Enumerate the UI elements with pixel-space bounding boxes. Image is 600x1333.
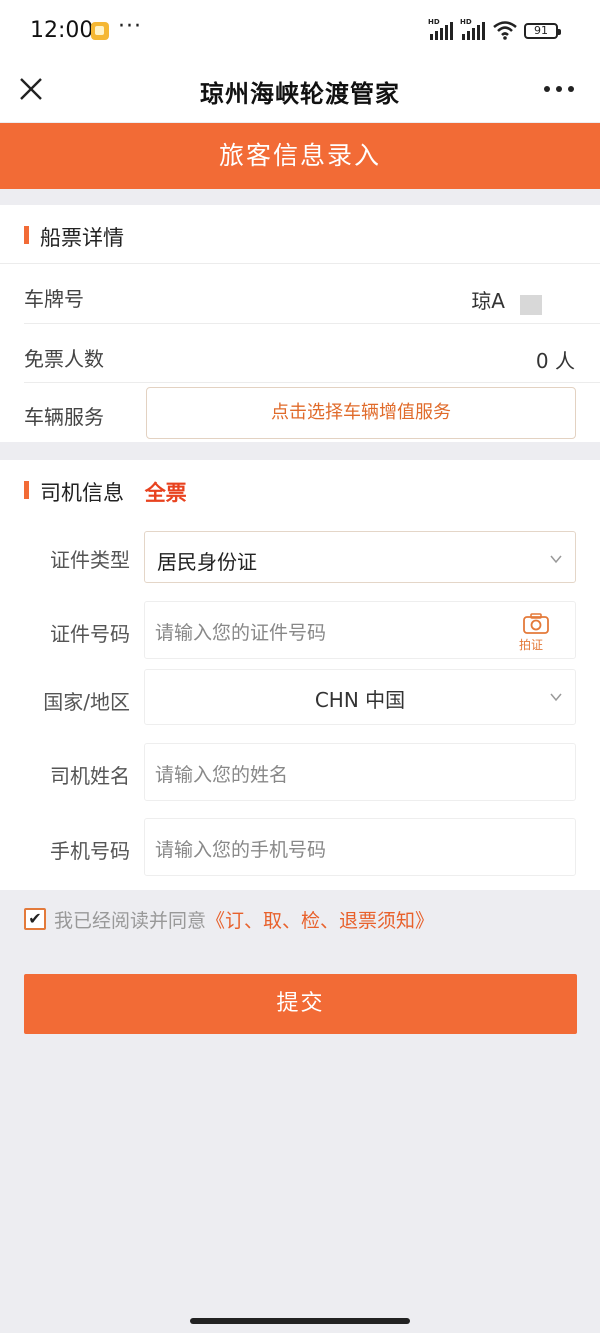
scan-id-label: 拍证 (519, 638, 544, 652)
vehicle-service-label: 车辆服务 (24, 405, 104, 429)
section-marker (24, 481, 29, 499)
phone-placeholder: 请输入您的手机号码 (155, 839, 327, 861)
country-value: CHN 中国 (314, 688, 406, 712)
phone-label: 手机号码 (50, 839, 130, 863)
signal-icon-2 (462, 22, 486, 40)
phone-input[interactable]: 请输入您的手机号码 (144, 818, 576, 876)
id-type-select[interactable]: 居民身份证 (144, 531, 576, 583)
ticket-section-title: 船票详情 (24, 222, 124, 252)
plate-label: 车牌号 (24, 287, 84, 311)
plate-redacted (520, 295, 542, 315)
driver-section-title-text: 司机信息 (40, 481, 124, 505)
id-number-label: 证件号码 (50, 622, 130, 646)
country-select[interactable]: CHN 中国 (144, 669, 576, 725)
camera-icon (523, 613, 549, 634)
agreement-checkbox[interactable]: ✔ (24, 908, 46, 930)
status-bar: 12:00 ··· HD HD 91 (0, 0, 600, 62)
id-type-value: 居民身份证 (157, 550, 257, 574)
page-title: 琼州海峡轮渡管家 (200, 80, 400, 108)
id-number-input[interactable]: 请输入您的证件号码 拍证 (144, 601, 576, 659)
free-ticket-count: 0 人 (535, 349, 575, 373)
country-label: 国家/地区 (43, 690, 130, 714)
driver-name-input[interactable]: 请输入您的姓名 (144, 743, 576, 801)
vehicle-service-button[interactable]: 点击选择车辆增值服务 (146, 387, 576, 439)
scan-id-button[interactable]: 拍证 (519, 612, 551, 652)
agreement-text: 我已经阅读并同意 (54, 910, 207, 932)
notification-icon (91, 22, 109, 40)
id-type-label: 证件类型 (50, 548, 130, 572)
agreement-row: ✔ 我已经阅读并同意《订、取、检、退票须知》 (24, 906, 434, 933)
divider (24, 323, 600, 324)
signal-icon (430, 22, 454, 40)
plate-value: 琼A (471, 289, 505, 313)
divider (24, 382, 600, 383)
more-notifications-icon: ··· (118, 14, 142, 39)
ticket-details-card: 船票详情 车牌号 琼A 免票人数 0 人 车辆服务 点击选择车辆增值服务 (0, 205, 600, 442)
ticket-type-badge: 全票 (144, 481, 187, 505)
battery-icon: 91 (524, 23, 561, 39)
submit-button[interactable]: 提交 (24, 974, 577, 1034)
driver-name-label: 司机姓名 (50, 764, 130, 788)
wifi-icon (493, 21, 517, 40)
more-menu-icon[interactable] (544, 86, 574, 94)
chevron-down-icon (550, 693, 562, 702)
driver-info-card: 司机信息 全票 证件类型 居民身份证 证件号码 请输入您的证件号码 拍证 国家/… (0, 460, 600, 890)
app-header: 琼州海峡轮渡管家 (0, 62, 600, 122)
status-time: 12:00 (30, 18, 94, 43)
divider (0, 263, 600, 264)
terms-link[interactable]: 《订、取、检、退票须知》 (206, 910, 434, 932)
free-ticket-label: 免票人数 (24, 347, 104, 371)
form-banner: 旅客信息录入 (0, 123, 600, 189)
id-number-placeholder: 请输入您的证件号码 (155, 622, 327, 644)
chevron-down-icon (550, 555, 562, 564)
driver-name-placeholder: 请输入您的姓名 (155, 764, 289, 786)
home-indicator[interactable] (190, 1318, 410, 1324)
driver-section-title: 司机信息 全票 (24, 477, 187, 507)
section-marker (24, 226, 29, 244)
ticket-section-title-text: 船票详情 (40, 226, 124, 250)
